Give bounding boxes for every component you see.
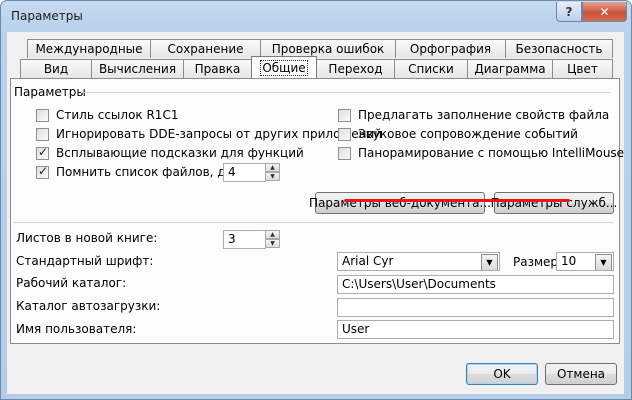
service-options-button[interactable]: Параметры служб... — [491, 192, 617, 214]
tab-spelling[interactable]: Орфография — [395, 39, 506, 58]
tab-save[interactable]: Сохранение — [150, 39, 261, 58]
tab-view[interactable]: Вид — [20, 59, 92, 78]
size-select[interactable]: 10 ▼ — [556, 252, 614, 271]
recent-files-spinner[interactable]: ▲ ▼ — [265, 163, 280, 182]
file-properties-checkbox[interactable] — [338, 109, 351, 122]
font-value: Arial Cyr — [342, 254, 394, 268]
tab-label: Цвет — [567, 62, 598, 76]
tab-label: Орфография — [409, 42, 492, 56]
startup-input[interactable] — [337, 298, 614, 317]
close-button[interactable]: ✕ — [582, 2, 627, 22]
dialog-client-area: Международные Сохранение Проверка ошибок… — [7, 32, 624, 394]
sound-feedback-checkbox[interactable] — [338, 128, 351, 141]
startup-label: Каталог автозагрузки: — [16, 299, 161, 313]
r1c1-label: Стиль ссылок R1C1 — [56, 108, 179, 122]
workdir-input[interactable]: C:\Users\User\Documents — [337, 275, 614, 294]
size-label: Размер: — [513, 255, 563, 269]
tab-transition[interactable]: Переход — [316, 59, 395, 78]
file-properties-label: Предлагать заполнение свойств файла — [358, 108, 610, 122]
tab-label: Переход — [328, 62, 383, 76]
ignore-dde-label: Игнорировать DDE-запросы от других прило… — [56, 127, 383, 141]
tab-label: Вычисления — [98, 62, 177, 76]
divider — [14, 222, 614, 223]
options-dialog: Параметры ? ✕ Международные Сохранение П… — [0, 0, 632, 400]
help-button[interactable]: ? — [556, 2, 582, 22]
tab-general[interactable]: Общие — [251, 56, 317, 78]
tab-label: Правка — [194, 62, 241, 76]
window-title: Параметры — [11, 9, 83, 23]
chevron-down-icon[interactable]: ▼ — [481, 254, 498, 270]
size-value: 10 — [561, 254, 577, 268]
tab-lists[interactable]: Списки — [394, 59, 468, 78]
font-label: Стандартный шрифт: — [16, 254, 154, 268]
r1c1-checkbox[interactable] — [36, 109, 49, 122]
tab-label: Диаграмма — [474, 62, 546, 76]
spin-up-icon[interactable]: ▲ — [265, 163, 280, 172]
function-tooltips-label: Всплывающие подсказки для функций — [56, 146, 304, 160]
tab-label: Общие — [260, 59, 308, 76]
tab-label: Сохранение — [167, 42, 244, 56]
recent-files-checkbox[interactable] — [36, 164, 49, 179]
workdir-label: Рабочий каталог: — [16, 276, 127, 290]
tab-label: Вид — [43, 62, 69, 76]
font-select[interactable]: Arial Cyr ▼ — [337, 252, 500, 271]
sheets-label: Листов в новой книге: — [16, 231, 158, 245]
username-input[interactable]: User — [337, 320, 614, 339]
title-bar[interactable]: Параметры ? ✕ — [1, 1, 631, 31]
tab-calculation[interactable]: Вычисления — [91, 59, 184, 78]
sheets-spinner[interactable]: ▲ ▼ — [265, 230, 280, 249]
web-options-button[interactable]: Параметры веб-документа... — [309, 192, 491, 214]
highlight-underline — [344, 199, 570, 202]
tab-panel-general: Параметры Стиль ссылок R1C1 Игнорировать… — [10, 78, 624, 344]
spin-down-icon[interactable]: ▼ — [265, 172, 280, 181]
tab-label: Списки — [408, 62, 454, 76]
recent-files-label: Помнить список файлов, до: — [56, 165, 237, 179]
section-label: Параметры — [14, 85, 86, 99]
tab-label: Безопасность — [515, 42, 603, 56]
section-divider — [81, 92, 611, 93]
spin-up-icon[interactable]: ▲ — [265, 230, 280, 239]
sound-feedback-label: Звуковое сопровождение событий — [358, 127, 578, 141]
tab-security[interactable]: Безопасность — [505, 39, 613, 58]
recent-files-count-input[interactable]: 4 — [223, 163, 266, 182]
tab-color[interactable]: Цвет — [552, 59, 613, 78]
ignore-dde-checkbox[interactable] — [36, 128, 49, 141]
function-tooltips-checkbox[interactable] — [36, 145, 49, 160]
cancel-button[interactable]: Отмена — [545, 363, 617, 385]
sheets-count-input[interactable]: 3 — [223, 230, 266, 249]
spin-down-icon[interactable]: ▼ — [265, 239, 280, 248]
tab-label: Проверка ошибок — [271, 42, 385, 56]
intellimouse-checkbox[interactable] — [338, 147, 351, 160]
tab-edit[interactable]: Правка — [183, 59, 252, 78]
tab-international[interactable]: Международные — [27, 39, 151, 58]
ok-button[interactable]: OK — [466, 363, 538, 385]
tab-label: Международные — [35, 42, 143, 56]
username-label: Имя пользователя: — [16, 322, 137, 336]
tab-chart[interactable]: Диаграмма — [467, 59, 553, 78]
intellimouse-label: Панорамирование с помощью IntelliMouse — [358, 146, 625, 160]
chevron-down-icon[interactable]: ▼ — [595, 254, 612, 270]
